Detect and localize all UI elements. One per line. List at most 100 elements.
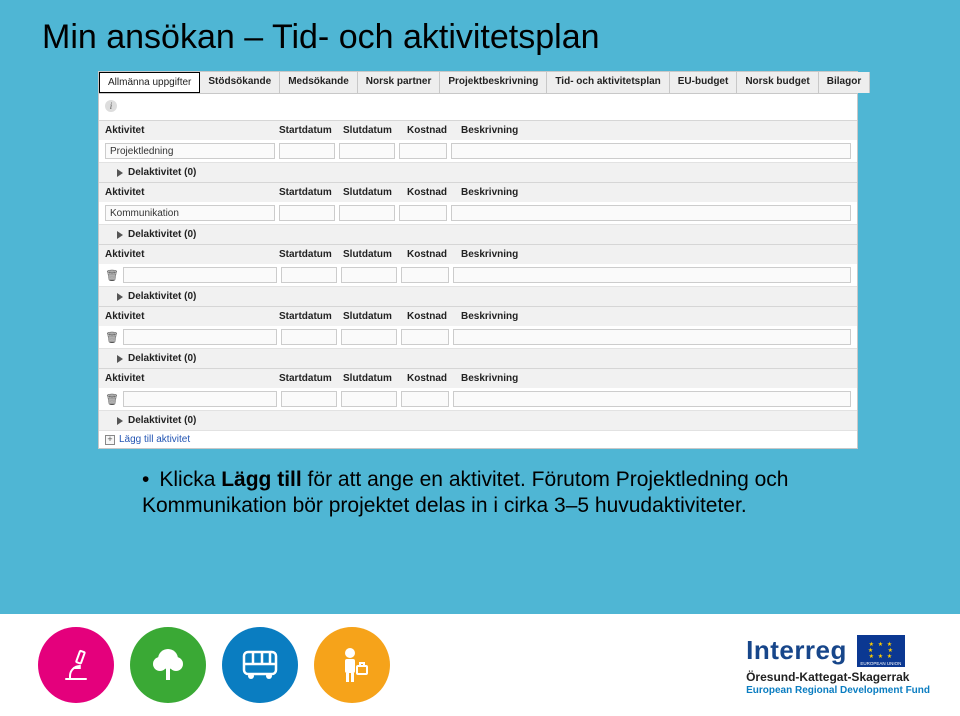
activity-name-input[interactable] <box>123 391 277 407</box>
col-aktivitet: Aktivitet <box>105 125 279 136</box>
tab-norsk-budget[interactable]: Norsk budget <box>737 72 818 93</box>
col-slutdatum: Slutdatum <box>343 311 407 322</box>
description-input[interactable] <box>453 329 851 345</box>
enddate-input[interactable] <box>341 391 397 407</box>
chevron-right-icon <box>117 355 123 363</box>
activity-name-input[interactable] <box>105 205 275 221</box>
col-startdatum: Startdatum <box>279 373 343 384</box>
column-header-row: Aktivitet Startdatum Slutdatum Kostnad B… <box>99 120 857 140</box>
enddate-input[interactable] <box>339 205 395 221</box>
col-aktivitet: Aktivitet <box>105 373 279 384</box>
description-input[interactable] <box>453 267 851 283</box>
column-header-row: Aktivitet Startdatum Slutdatum Kostnad B… <box>99 368 857 388</box>
column-header-row: Aktivitet Startdatum Slutdatum Kostnad B… <box>99 244 857 264</box>
subactivity-toggle[interactable]: Delaktivitet (0) <box>99 224 857 244</box>
col-kostnad: Kostnad <box>407 311 461 322</box>
col-beskrivning: Beskrivning <box>461 311 851 322</box>
subactivity-label: Delaktivitet (0) <box>128 291 196 302</box>
col-kostnad: Kostnad <box>407 249 461 260</box>
subactivity-label: Delaktivitet (0) <box>128 415 196 426</box>
tab-projektbeskrivning[interactable]: Projektbeskrivning <box>440 72 547 93</box>
col-aktivitet: Aktivitet <box>105 187 279 198</box>
col-slutdatum: Slutdatum <box>343 373 407 384</box>
col-beskrivning: Beskrivning <box>461 373 851 384</box>
col-startdatum: Startdatum <box>279 311 343 322</box>
trash-icon[interactable]: 🗑 <box>105 393 119 406</box>
activity-name-input[interactable] <box>123 329 277 345</box>
trash-icon[interactable]: 🗑 <box>105 331 119 344</box>
logo-subtitle: Öresund-Kattegat-Skagerrak <box>746 670 909 684</box>
col-startdatum: Startdatum <box>279 249 343 260</box>
col-kostnad: Kostnad <box>407 125 461 136</box>
subactivity-toggle[interactable]: Delaktivitet (0) <box>99 410 857 430</box>
activity-name-input[interactable] <box>123 267 277 283</box>
activity-row: 🗑 <box>99 326 857 348</box>
cost-input[interactable] <box>399 205 447 221</box>
subactivity-toggle[interactable]: Delaktivitet (0) <box>99 286 857 306</box>
logo-brand-text: Interreg <box>746 635 847 666</box>
startdate-input[interactable] <box>279 205 335 221</box>
col-startdatum: Startdatum <box>279 187 343 198</box>
startdate-input[interactable] <box>279 143 335 159</box>
tab-eu-budget[interactable]: EU-budget <box>670 72 738 93</box>
tab-norsk-partner[interactable]: Norsk partner <box>358 72 441 93</box>
activity-row <box>99 140 857 162</box>
tab-bilagor[interactable]: Bilagor <box>819 72 870 93</box>
chevron-right-icon <box>117 293 123 301</box>
enddate-input[interactable] <box>341 267 397 283</box>
col-beskrivning: Beskrivning <box>461 125 851 136</box>
col-aktivitet: Aktivitet <box>105 311 279 322</box>
cost-input[interactable] <box>401 267 449 283</box>
col-beskrivning: Beskrivning <box>461 187 851 198</box>
tab-allmanna[interactable]: Allmänna uppgifter <box>99 72 200 93</box>
col-slutdatum: Slutdatum <box>343 187 407 198</box>
app-panel: Allmänna uppgifter Stödsökande Medsökand… <box>98 71 858 449</box>
activity-row <box>99 202 857 224</box>
interreg-logo: Interreg ★ ★ ★ ★ ★ ★ ★ ★ EUROPEAN UNION … <box>746 635 930 696</box>
plus-icon: + <box>105 435 115 445</box>
tree-icon <box>130 627 206 703</box>
chevron-right-icon <box>117 417 123 425</box>
trash-icon[interactable]: 🗑 <box>105 269 119 282</box>
eu-flag-icon: ★ ★ ★ ★ ★ ★ ★ ★ EUROPEAN UNION <box>857 635 905 667</box>
microscope-icon <box>38 627 114 703</box>
cost-input[interactable] <box>401 391 449 407</box>
col-beskrivning: Beskrivning <box>461 249 851 260</box>
tab-stodsokande[interactable]: Stödsökande <box>200 72 280 93</box>
activity-row: 🗑 <box>99 264 857 286</box>
page-title: Min ansökan – Tid- och aktivitetsplan <box>42 18 918 57</box>
chevron-right-icon <box>117 169 123 177</box>
add-activity-link[interactable]: + Lägg till aktivitet <box>99 430 857 448</box>
cost-input[interactable] <box>399 143 447 159</box>
tab-medsokande[interactable]: Medsökande <box>280 72 358 93</box>
logo-fund-text: European Regional Development Fund <box>746 685 930 696</box>
subactivity-label: Delaktivitet (0) <box>128 167 196 178</box>
info-icon[interactable]: i <box>105 100 117 112</box>
add-activity-label: Lägg till aktivitet <box>119 434 190 445</box>
tab-bar: Allmänna uppgifter Stödsökande Medsökand… <box>99 72 857 94</box>
enddate-input[interactable] <box>341 329 397 345</box>
bus-icon <box>222 627 298 703</box>
description-input[interactable] <box>451 143 851 159</box>
col-kostnad: Kostnad <box>407 373 461 384</box>
description-input[interactable] <box>451 205 851 221</box>
subactivity-toggle[interactable]: Delaktivitet (0) <box>99 162 857 182</box>
activity-name-input[interactable] <box>105 143 275 159</box>
col-slutdatum: Slutdatum <box>343 125 407 136</box>
column-header-row: Aktivitet Startdatum Slutdatum Kostnad B… <box>99 182 857 202</box>
description-input[interactable] <box>453 391 851 407</box>
col-kostnad: Kostnad <box>407 187 461 198</box>
startdate-input[interactable] <box>281 391 337 407</box>
cost-input[interactable] <box>401 329 449 345</box>
startdate-input[interactable] <box>281 267 337 283</box>
startdate-input[interactable] <box>281 329 337 345</box>
col-slutdatum: Slutdatum <box>343 249 407 260</box>
subactivity-toggle[interactable]: Delaktivitet (0) <box>99 348 857 368</box>
col-startdatum: Startdatum <box>279 125 343 136</box>
enddate-input[interactable] <box>339 143 395 159</box>
subactivity-label: Delaktivitet (0) <box>128 229 196 240</box>
chevron-right-icon <box>117 231 123 239</box>
column-header-row: Aktivitet Startdatum Slutdatum Kostnad B… <box>99 306 857 326</box>
person-briefcase-icon <box>314 627 390 703</box>
tab-tid-aktivitetsplan[interactable]: Tid- och aktivitetsplan <box>547 72 669 93</box>
